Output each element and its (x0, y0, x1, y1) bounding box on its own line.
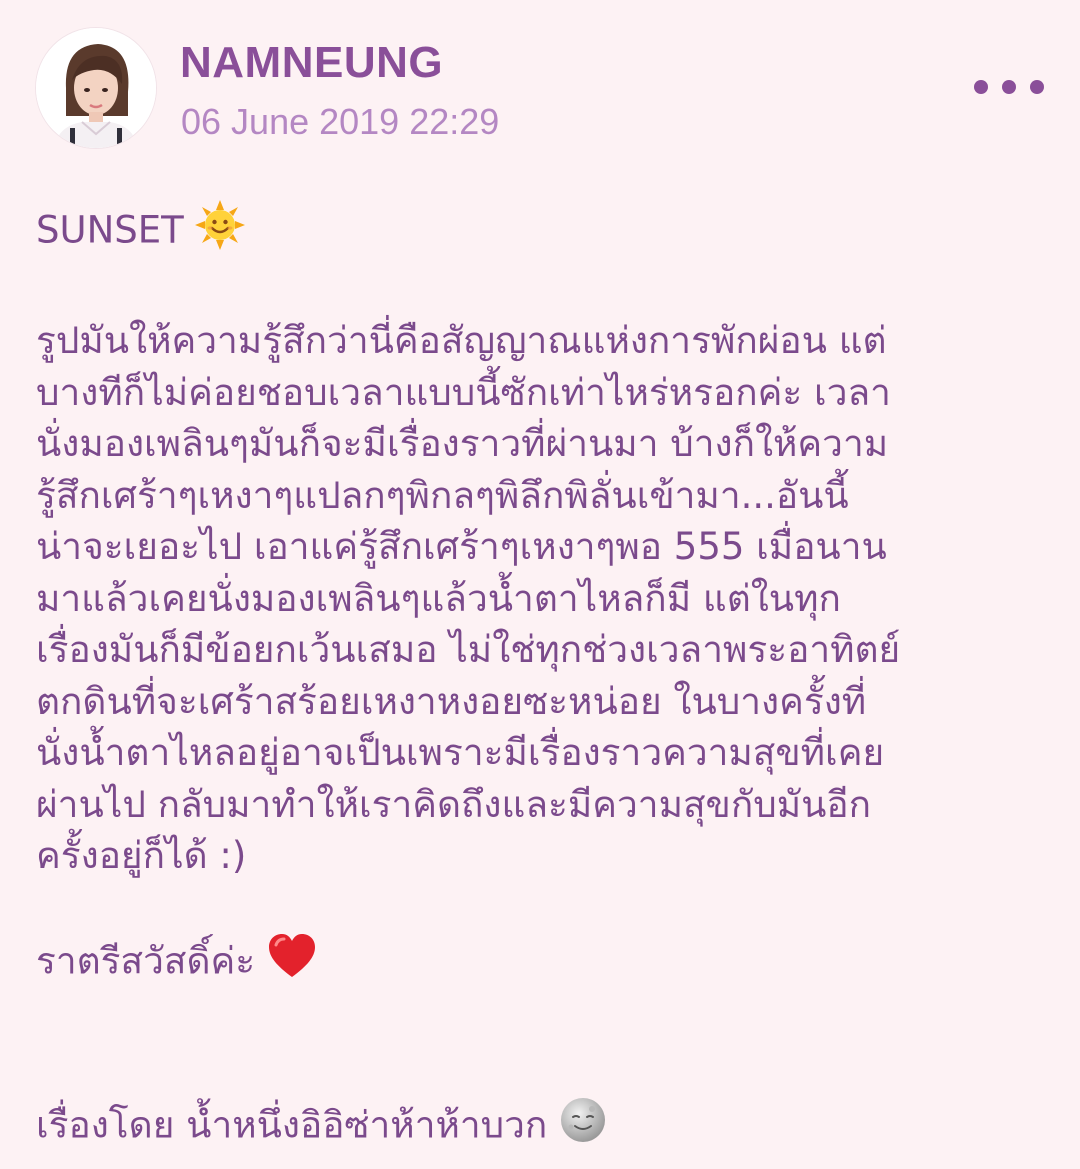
post-title: SUNSET (36, 208, 184, 252)
heart-icon (267, 933, 317, 993)
body-line: รูปมันให้ความรู้สึกว่านี่คือสัญญาณแห่งกา… (36, 319, 887, 362)
signature-line: เรื่องโดย น้ำหนึ่งอิอิซ่าห้าห้าบวก (36, 1096, 1046, 1158)
goodnight-line: ราตรีสวัสดิ์ค่ะ (36, 933, 1046, 993)
more-dot (1002, 80, 1016, 94)
avatar[interactable] (36, 28, 156, 148)
body-line: บางทีก็ไม่ค่อยชอบเวลาแบบนี้ซักเท่าไหร่หร… (36, 370, 891, 414)
body-line: ครั้งอยู่ก็ได้ :) (36, 834, 247, 877)
body-line: นั่งน้ำตาไหลอยู่อาจเป็นเพราะมีเรื่องราวค… (36, 731, 885, 774)
body-line: รู้สึกเศร้าๆเหงาๆแปลกๆพิกลๆพิลึกพิลั่นเข… (36, 473, 849, 517)
author-name[interactable]: NAMNEUNG (180, 38, 443, 88)
signature-text: เรื่องโดย น้ำหนึ่งอิอิซ่าห้าห้าบวก (36, 1102, 548, 1146)
body-line: มาแล้วเคยนั่งมองเพลินๆแล้วน้ำตาไหลก็มี แ… (36, 576, 841, 620)
more-dot (1030, 80, 1044, 94)
body-line: ตกดินที่จะเศร้าสร้อยเหงาหงอยซะหน่อย ในบา… (36, 679, 867, 723)
post-title-line: SUNSET (36, 200, 1046, 264)
post-timestamp: 06 June 2019 22:29 (181, 101, 500, 142)
moon-face-icon (559, 1096, 607, 1158)
more-dot (974, 80, 988, 94)
more-options-icon[interactable] (974, 74, 1044, 100)
post-header: NAMNEUNG 06 June 2019 22:29 (0, 0, 1080, 170)
body-line: นั่งมองเพลินๆมันก็จะมีเรื่องราวที่ผ่านมา… (36, 422, 889, 465)
body-line: เรื่องมันก็มีข้อยกเว้นเสมอ ไม่ใช่ทุกช่วง… (36, 628, 901, 671)
body-line: ผ่านไป กลับมาทำให้เราคิดถึงและมีความสุขก… (36, 782, 872, 826)
avatar-photo-icon (36, 28, 156, 148)
body-line: น่าจะเยอะไป เอาแค่รู้สึกเศร้าๆเหงาๆพอ 55… (36, 525, 887, 568)
sun-face-icon (195, 200, 246, 264)
post-body: SUNSET รูปมันให้ความรู้สึกว่านี่คือสัญญา… (36, 200, 1046, 1157)
goodnight-text: ราตรีสวัสดิ์ค่ะ (36, 939, 256, 983)
